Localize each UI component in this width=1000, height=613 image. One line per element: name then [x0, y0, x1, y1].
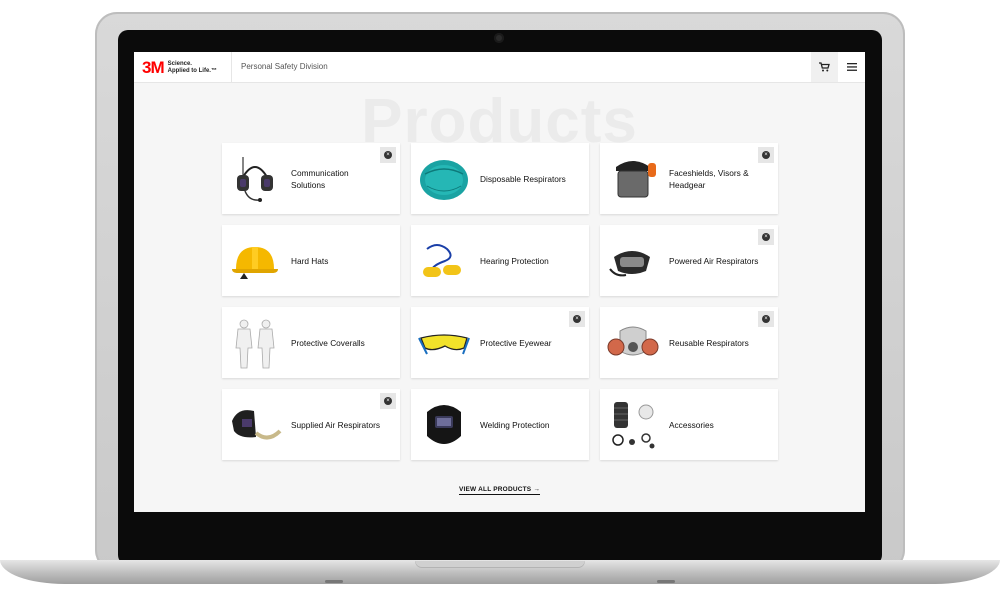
close-icon: ×: [762, 151, 770, 159]
cart-button[interactable]: [811, 52, 838, 82]
product-label: Protective Eyewear: [480, 337, 552, 348]
product-label: Powered Air Respirators: [669, 255, 759, 266]
close-button[interactable]: ×: [569, 311, 585, 327]
safety-glasses-icon: [415, 314, 473, 372]
product-card-welding-protection[interactable]: Welding Protection: [411, 389, 589, 460]
supplied-air-helmet-icon: [226, 396, 284, 454]
hamburger-menu-icon: [847, 63, 857, 71]
laptop-foot: [657, 580, 675, 583]
3m-logo-mark: 3M: [142, 58, 165, 77]
coveralls-icon: [226, 314, 284, 372]
product-label: Faceshields, Visors & Headgear: [669, 167, 749, 190]
product-card-disposable-respirators[interactable]: Disposable Respirators: [411, 143, 589, 214]
close-icon: ×: [762, 233, 770, 241]
close-button[interactable]: ×: [380, 147, 396, 163]
close-icon: ×: [762, 315, 770, 323]
top-navigation-bar: 3M Science. Applied to Life.™ Personal S…: [134, 52, 865, 83]
product-label: Communication Solutions: [291, 167, 349, 190]
close-button[interactable]: ×: [758, 229, 774, 245]
headset-icon: [226, 150, 284, 208]
welding-helmet-icon: [415, 396, 473, 454]
close-icon: ×: [573, 315, 581, 323]
cart-icon: [819, 62, 830, 72]
close-button[interactable]: ×: [380, 393, 396, 409]
view-all-products-link[interactable]: VIEW ALL PRODUCTS →: [458, 486, 541, 495]
screen: 3M Science. Applied to Life.™ Personal S…: [134, 52, 865, 512]
close-icon: ×: [384, 397, 392, 405]
earplugs-icon: [415, 232, 473, 290]
product-label: Hard Hats: [291, 255, 329, 266]
product-category-grid: Communication Solutions × Disposable Res…: [222, 143, 778, 460]
accessories-icon: [604, 396, 662, 454]
hard-hat-icon: [226, 232, 284, 290]
product-label: Accessories: [669, 419, 714, 430]
product-card-faceshields-visors-headgear[interactable]: Faceshields, Visors & Headgear ×: [600, 143, 778, 214]
product-card-hard-hats[interactable]: Hard Hats: [222, 225, 400, 296]
faceshield-icon: [604, 150, 662, 208]
laptop-notch: [415, 561, 585, 568]
disposable-respirator-icon: [415, 150, 473, 208]
menu-button[interactable]: [839, 52, 865, 82]
product-label: Hearing Protection: [480, 255, 549, 266]
product-card-reusable-respirators[interactable]: Reusable Respirators ×: [600, 307, 778, 378]
product-card-protective-coveralls[interactable]: Protective Coveralls: [222, 307, 400, 378]
product-card-supplied-air-respirators[interactable]: Supplied Air Respirators ×: [222, 389, 400, 460]
close-button[interactable]: ×: [758, 147, 774, 163]
logo-tagline-line2: Applied to Life.™: [167, 67, 217, 74]
product-card-accessories[interactable]: Accessories: [600, 389, 778, 460]
product-label: Disposable Respirators: [480, 173, 566, 184]
product-card-communication-solutions[interactable]: Communication Solutions ×: [222, 143, 400, 214]
header-divider: [231, 52, 232, 82]
brand-logo[interactable]: 3M Science. Applied to Life.™: [142, 59, 217, 76]
product-card-powered-air-respirators[interactable]: Powered Air Respirators ×: [600, 225, 778, 296]
webcam-icon: [494, 33, 504, 43]
close-icon: ×: [384, 151, 392, 159]
product-label: Reusable Respirators: [669, 337, 749, 348]
logo-tagline-line1: Science.: [167, 60, 192, 67]
reusable-respirator-icon: [604, 314, 662, 372]
product-label: Welding Protection: [480, 419, 550, 430]
product-label: Supplied Air Respirators: [291, 419, 381, 430]
close-button[interactable]: ×: [758, 311, 774, 327]
product-card-hearing-protection[interactable]: Hearing Protection: [411, 225, 589, 296]
laptop-foot: [325, 580, 343, 583]
product-card-protective-eyewear[interactable]: Protective Eyewear ×: [411, 307, 589, 378]
product-label: Protective Coveralls: [291, 337, 365, 348]
view-all-container: VIEW ALL PRODUCTS →: [134, 478, 865, 496]
logo-tagline: Science. Applied to Life.™: [168, 61, 217, 75]
division-title: Personal Safety Division: [241, 62, 328, 71]
powered-respirator-icon: [604, 232, 662, 290]
